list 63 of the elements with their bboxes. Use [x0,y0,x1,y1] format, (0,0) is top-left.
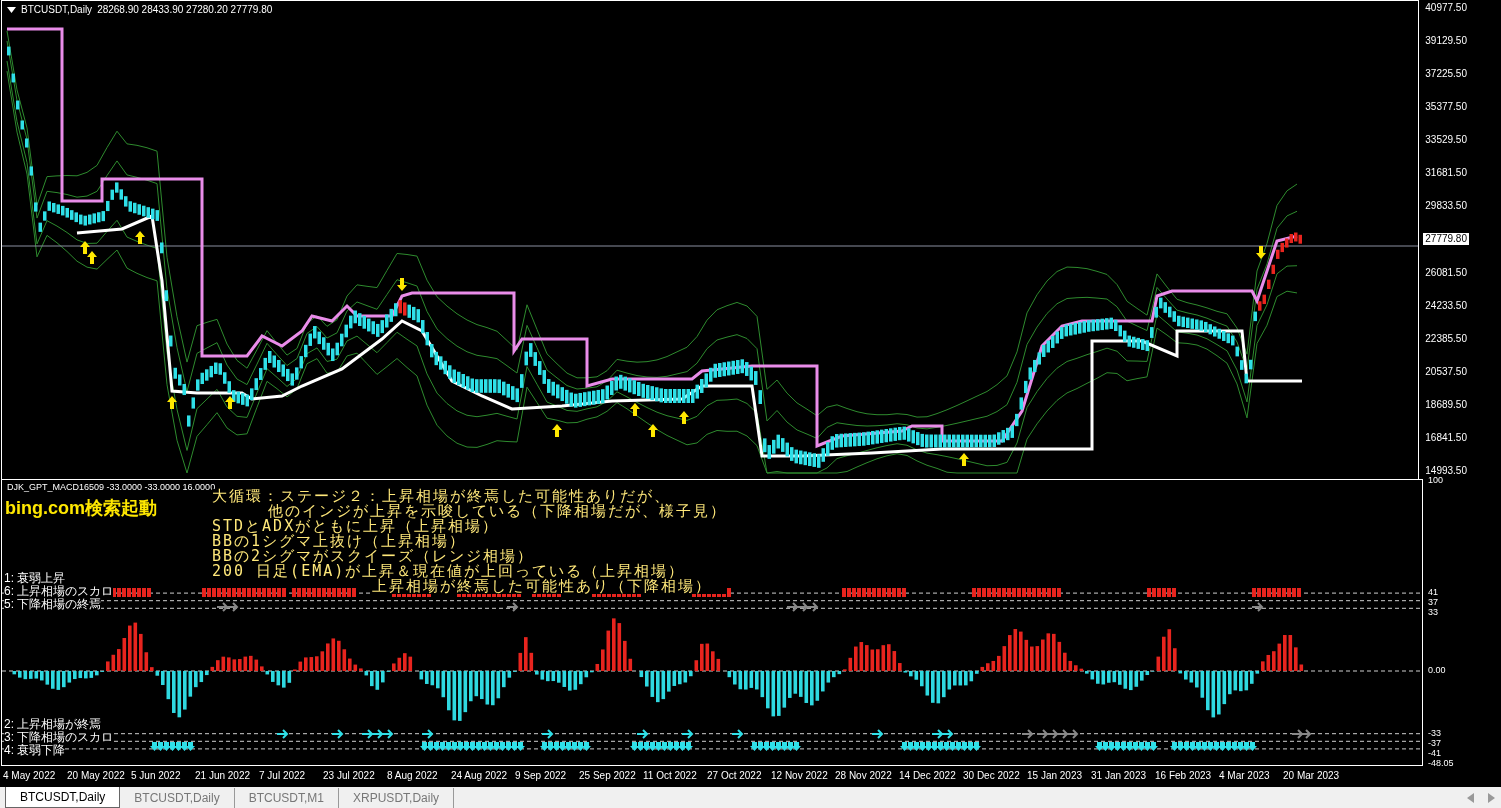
date-axis-label: 23 Jul 2022 [323,770,376,781]
indicator-axis-label: -37 [1428,737,1442,748]
price-axis-label: 33529.50 [1424,134,1468,147]
price-axis-label: 26081.50 [1424,266,1468,279]
signal-message: 上昇相場が終焉した可能性あり（下降相場） [372,579,727,594]
date-axis-label: 15 Jan 2023 [1027,770,1084,781]
date-axis-label: 31 Jan 2023 [1091,770,1148,781]
signal-legend-label: 2: 上昇相場が終焉 [4,718,102,731]
price-axis-label: 31681.50 [1424,167,1468,180]
date-axis-label: 16 Feb 2023 [1155,770,1213,781]
date-axis-label: 20 May 2022 [67,770,126,781]
date-axis-label: 5 Jun 2022 [131,770,182,781]
date-axis-label: 21 Jun 2022 [195,770,252,781]
chart-tab[interactable]: BTCUSDT,Daily [120,787,235,808]
price-axis-label: 18689.50 [1424,398,1468,411]
signal-legend-label: 1: 衰弱上昇 [4,572,66,585]
scroll-right-icon[interactable] [1487,792,1495,803]
current-price-label: 27779.80 [1423,233,1469,246]
ohlc-values: 28268.90 28433.90 27280.20 27779.80 [97,4,273,15]
date-axis-label: 27 Oct 2022 [707,770,763,781]
date-axis-label: 30 Dec 2022 [963,770,1021,781]
price-axis-label: 20537.50 [1424,365,1468,378]
symbol-label: BTCUSDT,Daily [21,4,93,15]
price-axis-label: 40977.50 [1424,2,1468,14]
date-axis-label: 14 Dec 2022 [899,770,957,781]
search-launch-label[interactable]: bing.com検索起動 [5,496,157,520]
date-axis-label: 8 Aug 2022 [387,770,439,781]
chart-tab[interactable]: BTCUSDT,Daily [5,787,121,808]
indicator-axis-label: 33 [1428,607,1439,618]
signal-legend-label: 5: 下降相場の終焉 [4,598,102,611]
indicator-axis-label: 0.00 [1428,665,1446,675]
indicator-axis-label: -33 [1428,727,1442,738]
price-axis-label: 22385.50 [1424,332,1468,345]
date-axis-label: 25 Sep 2022 [579,770,637,781]
price-axis-label: 24233.50 [1424,299,1468,312]
indicator-axis-label: 37 [1428,597,1439,608]
chart-tab[interactable]: BTCUSDT,M1 [234,787,340,808]
scroll-left-icon[interactable] [1467,792,1475,803]
indicator-title: DJK_GPT_MACD16509 -33.0000 -33.0000 16.0000 [7,482,216,492]
dropdown-icon[interactable] [7,6,16,13]
price-axis-label: 14993.50 [1424,464,1468,477]
indicator-axis-label: -41 [1428,747,1442,758]
price-axis-label: 29833.50 [1424,200,1468,213]
indicator-axis-label: -48.05 [1428,757,1454,768]
signal-legend-label: 3: 下降相場のスカロ [4,731,114,744]
date-axis-label: 11 Oct 2022 [643,770,698,781]
date-axis-label: 24 Aug 2022 [451,770,509,781]
date-axis-label: 9 Sep 2022 [515,770,568,781]
price-axis-label: 37225.50 [1424,68,1468,81]
indicator-axis-label: 41 [1428,587,1439,598]
price-axis-label: 35377.50 [1424,101,1468,114]
indicator-axis-label: 100 [1428,475,1444,485]
date-axis-label: 7 Jul 2022 [259,770,307,781]
price-axis-label: 39129.50 [1424,35,1468,48]
date-axis-label: 12 Nov 2022 [771,770,829,781]
signal-legend-label: 4: 衰弱下降 [4,744,66,757]
date-axis-label: 20 Mar 2023 [1283,770,1341,781]
date-axis-label: 4 Mar 2023 [1219,770,1271,781]
chart-tab[interactable]: XRPUSDT,Daily [339,787,455,808]
date-axis-label: 4 May 2022 [3,770,57,781]
date-axis-label: 28 Nov 2022 [835,770,893,781]
price-axis-label: 16841.50 [1424,431,1468,444]
signal-legend-label: 6: 上昇相場のスカロ [4,585,114,598]
